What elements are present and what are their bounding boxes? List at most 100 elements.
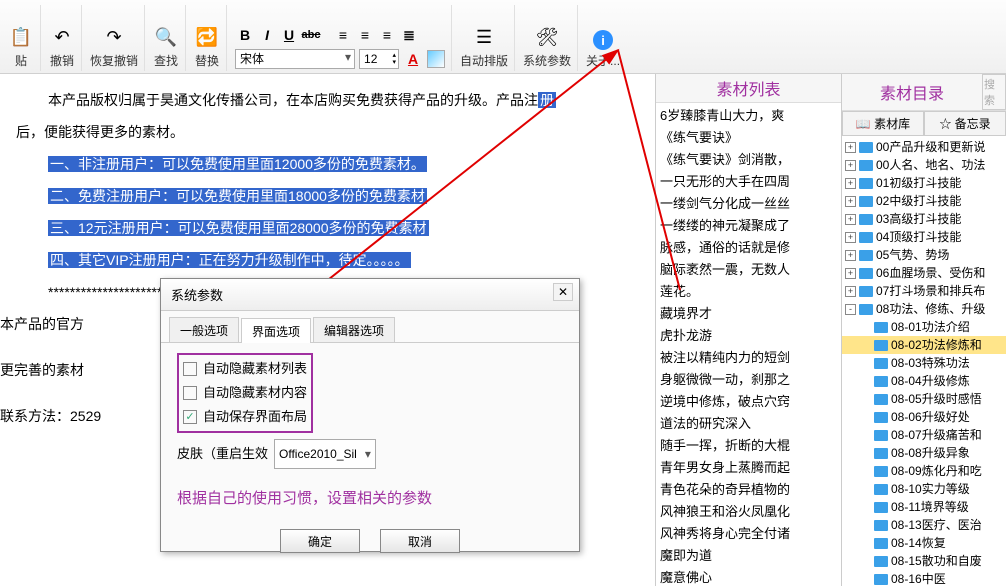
tree-toggle[interactable]: +	[845, 214, 856, 225]
material-list-item[interactable]: 6岁臻膝青山大力，爽	[660, 105, 837, 127]
material-list-item[interactable]: 《练气要诀》	[660, 127, 837, 149]
font-name-select[interactable]: 宋体	[235, 49, 355, 69]
dialog-close-button[interactable]: ✕	[553, 283, 573, 301]
tree-label: 08功法、修练、升级	[876, 300, 985, 318]
tree-node[interactable]: 08-15散功和自废	[842, 552, 1006, 570]
dialog-title-text: 系统参数	[171, 288, 223, 303]
material-list-item[interactable]: 道法的研究深入	[660, 413, 837, 435]
align-right-button[interactable]: ≡	[377, 25, 397, 45]
tree-node[interactable]: +02中级打斗技能	[842, 192, 1006, 210]
font-color-button[interactable]: A	[403, 49, 423, 69]
tree-node[interactable]: 08-11境界等级	[842, 498, 1006, 516]
tab-memo[interactable]: ☆ 备忘录	[924, 111, 1006, 136]
find-label: 查找	[154, 52, 178, 69]
material-list[interactable]: 6岁臻膝青山大力，爽《练气要诀》《练气要诀》剑消散，一只无形的大手在四周一缕剑气…	[656, 103, 841, 586]
paste-group[interactable]: 📋 贴	[2, 5, 41, 71]
folder-icon	[859, 232, 873, 243]
bold-button[interactable]: B	[235, 25, 255, 45]
tree-node[interactable]: 08-05升级时感悟	[842, 390, 1006, 408]
tab-general[interactable]: 一般选项	[169, 317, 239, 342]
tree-label: 08-15散功和自废	[891, 552, 982, 570]
material-list-item[interactable]: 青色花朵的奇异植物的	[660, 479, 837, 501]
skin-select[interactable]: Office2010_Sil	[274, 439, 376, 469]
material-list-item[interactable]: 青年男女身上蒸腾而起	[660, 457, 837, 479]
tree-node[interactable]: +00产品升级和更新说	[842, 138, 1006, 156]
material-tree[interactable]: +00产品升级和更新说+00人名、地名、功法+01初级打斗技能+02中级打斗技能…	[842, 136, 1006, 586]
sys-params-group[interactable]: 🛠 系统参数	[517, 5, 578, 71]
material-list-item[interactable]: 逆境中修炼，破点穴窍	[660, 391, 837, 413]
material-list-item[interactable]: 魔意佛心	[660, 567, 837, 586]
tab-material-lib[interactable]: 📖 素材库	[842, 111, 924, 136]
tree-node[interactable]: +05气势、势场	[842, 246, 1006, 264]
material-list-item[interactable]: 一缕剑气分化成一丝丝	[660, 193, 837, 215]
tree-toggle[interactable]: +	[845, 268, 856, 279]
tree-node[interactable]: 08-13医疗、医治	[842, 516, 1006, 534]
tree-node[interactable]: 08-04升级修炼	[842, 372, 1006, 390]
redo-group[interactable]: ↷ 恢复撤销	[84, 5, 145, 71]
tree-toggle[interactable]: +	[845, 142, 856, 153]
italic-button[interactable]: I	[257, 25, 277, 45]
tree-toggle[interactable]: +	[845, 178, 856, 189]
material-list-item[interactable]: 身躯微微一动，刹那之	[660, 369, 837, 391]
align-center-button[interactable]: ≡	[355, 25, 375, 45]
tree-node[interactable]: +06血腥场景、受伤和	[842, 264, 1006, 282]
tree-toggle[interactable]: +	[845, 232, 856, 243]
highlight-color-button[interactable]	[427, 50, 445, 68]
about-group[interactable]: i 关于...	[580, 5, 626, 71]
tree-toggle[interactable]: +	[845, 196, 856, 207]
tree-node[interactable]: 08-02功法修炼和	[842, 336, 1006, 354]
tree-node[interactable]: +03高级打斗技能	[842, 210, 1006, 228]
tree-node[interactable]: 08-06升级好处	[842, 408, 1006, 426]
material-list-item[interactable]: 魔即为道	[660, 545, 837, 567]
material-list-item[interactable]: 风神狼王和浴火凤凰化	[660, 501, 837, 523]
align-left-button[interactable]: ≡	[333, 25, 353, 45]
dialog-titlebar[interactable]: 系统参数 ✕	[161, 279, 579, 311]
strike-button[interactable]: abc	[301, 25, 321, 45]
auto-layout-group[interactable]: ☰ 自动排版	[454, 5, 515, 71]
indent-button[interactable]: ≣	[399, 25, 419, 45]
tree-node[interactable]: +04顶级打斗技能	[842, 228, 1006, 246]
font-size-select[interactable]: 12	[359, 49, 399, 69]
material-list-item[interactable]: 风神秀将身心完全付诸	[660, 523, 837, 545]
chk-save-layout[interactable]: ✓	[183, 410, 197, 424]
underline-button[interactable]: U	[279, 25, 299, 45]
tree-toggle[interactable]: +	[845, 286, 856, 297]
material-list-item[interactable]: 莲花。	[660, 281, 837, 303]
material-list-item[interactable]: 《练气要诀》剑消散，	[660, 149, 837, 171]
tab-ui[interactable]: 界面选项	[241, 318, 311, 343]
tree-node[interactable]: 08-08升级异象	[842, 444, 1006, 462]
tree-label: 06血腥场景、受伤和	[876, 264, 985, 282]
tree-node[interactable]: 08-14恢复	[842, 534, 1006, 552]
ok-button[interactable]: 确定	[280, 529, 360, 553]
tree-node[interactable]: 08-16中医	[842, 570, 1006, 586]
chk-hide-content[interactable]	[183, 386, 197, 400]
tree-node[interactable]: +00人名、地名、功法	[842, 156, 1006, 174]
tree-node[interactable]: +01初级打斗技能	[842, 174, 1006, 192]
material-list-item[interactable]: 一缕缕的神元凝聚成了	[660, 215, 837, 237]
tree-node[interactable]: 08-07升级痛苦和	[842, 426, 1006, 444]
tree-node[interactable]: 08-03特殊功法	[842, 354, 1006, 372]
material-list-item[interactable]: 被注以精纯内力的短剑	[660, 347, 837, 369]
tree-toggle[interactable]: +	[845, 250, 856, 261]
material-list-item[interactable]: 脉感，通俗的话就是修	[660, 237, 837, 259]
material-list-item[interactable]: 脑际袤然一震，无数人	[660, 259, 837, 281]
cancel-button[interactable]: 取消	[380, 529, 460, 553]
tree-label: 08-04升级修炼	[891, 372, 970, 390]
tree-search-input[interactable]: 搜索	[982, 74, 1006, 110]
material-list-item[interactable]: 藏境界才	[660, 303, 837, 325]
find-group[interactable]: 🔍 查找	[147, 5, 186, 71]
tree-node[interactable]: - 08功法、修练、升级	[842, 300, 1006, 318]
material-list-item[interactable]: 随手一挥，折断的大棍	[660, 435, 837, 457]
chk-hide-list[interactable]	[183, 362, 197, 376]
tab-editor[interactable]: 编辑器选项	[313, 317, 395, 342]
material-list-item[interactable]: 虎扑龙游	[660, 325, 837, 347]
tree-node[interactable]: 08-09炼化丹和吃	[842, 462, 1006, 480]
tree-node[interactable]: 08-01功法介绍	[842, 318, 1006, 336]
tree-node[interactable]: 08-10实力等级	[842, 480, 1006, 498]
undo-group[interactable]: ↶ 撤销	[43, 5, 82, 71]
tree-toggle[interactable]: +	[845, 160, 856, 171]
material-list-item[interactable]: 一只无形的大手在四周	[660, 171, 837, 193]
tree-toggle[interactable]: -	[845, 304, 856, 315]
tree-node[interactable]: +07打斗场景和排兵布	[842, 282, 1006, 300]
replace-group[interactable]: 🔁 替换	[188, 5, 227, 71]
